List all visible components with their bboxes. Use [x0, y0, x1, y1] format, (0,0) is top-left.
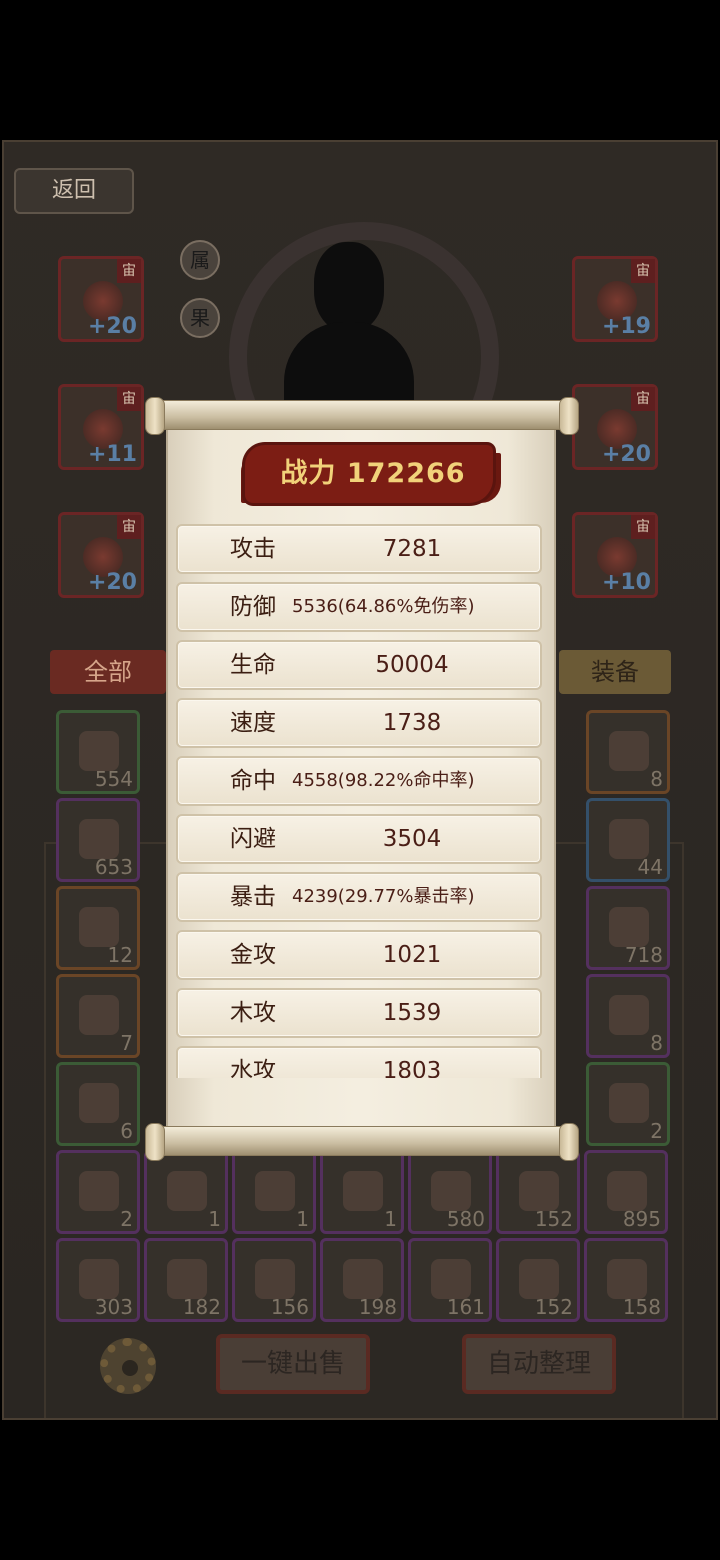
stat-label: 暴击 — [230, 884, 276, 910]
stat-row-crit: 暴击 4239(29.77%暴击率) — [176, 872, 542, 922]
stat-value: 4239(29.77%暴击率) — [292, 886, 475, 907]
stat-value: 7281 — [382, 536, 442, 562]
stat-row-water-attack: 水攻 1803 — [176, 1046, 542, 1078]
stat-label: 命中 — [230, 768, 276, 794]
inventory-item[interactable]: 152 — [496, 1238, 580, 1322]
stat-label: 金攻 — [230, 942, 276, 968]
stat-value: 5536(64.86%免伤率) — [292, 596, 475, 617]
inventory-item[interactable]: 7 — [56, 974, 140, 1058]
stat-label: 速度 — [230, 710, 276, 736]
equip-slot-helmet[interactable]: 宙 +20 — [572, 384, 658, 470]
equip-slot-talisman[interactable]: 宙 +20 — [58, 512, 144, 598]
stat-value: 4558(98.22%命中率) — [292, 770, 475, 791]
back-button[interactable]: 返回 — [14, 168, 134, 214]
inventory-item[interactable]: 1 — [232, 1150, 316, 1234]
inventory-item[interactable]: 6 — [56, 1062, 140, 1146]
stat-label: 防御 — [230, 594, 276, 620]
inventory-item[interactable]: 158 — [584, 1238, 668, 1322]
stat-row-defense: 防御 5536(64.86%免伤率) — [176, 582, 542, 632]
stat-row-wood-attack: 木攻 1539 — [176, 988, 542, 1038]
inventory-item[interactable]: 653 — [56, 798, 140, 882]
inventory-item[interactable]: 1 — [320, 1150, 404, 1234]
inventory-item[interactable]: 152 — [496, 1150, 580, 1234]
stat-row-hit: 命中 4558(98.22%命中率) — [176, 756, 542, 806]
inventory-item[interactable]: 580 — [408, 1150, 492, 1234]
inventory-item[interactable]: 182 — [144, 1238, 228, 1322]
equip-slot-weapon[interactable]: 宙 +20 — [58, 256, 144, 342]
inventory-item[interactable]: 161 — [408, 1238, 492, 1322]
stat-label: 生命 — [230, 652, 276, 678]
scroll-bottom-rod — [145, 1123, 579, 1161]
stat-value: 1539 — [382, 1000, 442, 1026]
inventory-item[interactable]: 1 — [144, 1150, 228, 1234]
tab-all[interactable]: 全部 — [50, 650, 166, 694]
scroll-top-rod — [145, 397, 579, 435]
inventory-item[interactable]: 12 — [56, 886, 140, 970]
inventory-item[interactable]: 2 — [586, 1062, 670, 1146]
settings-gear-icon[interactable] — [100, 1338, 156, 1394]
equip-slot-armor[interactable]: 宙 +19 — [572, 256, 658, 342]
stat-row-hp: 生命 50004 — [176, 640, 542, 690]
stats-list[interactable]: 攻击 7281 防御 5536(64.86%免伤率) 生命 50004 速度 1… — [176, 524, 546, 1078]
inventory-item[interactable]: 2 — [56, 1150, 140, 1234]
stat-row-speed: 速度 1738 — [176, 698, 542, 748]
stat-value: 3504 — [382, 826, 442, 852]
inventory-item[interactable]: 8 — [586, 974, 670, 1058]
fruit-button[interactable]: 果 — [180, 298, 220, 338]
inventory-item[interactable]: 554 — [56, 710, 140, 794]
tab-equipment[interactable]: 装备 — [559, 650, 671, 694]
stat-value: 1738 — [382, 710, 442, 736]
inventory-item[interactable]: 198 — [320, 1238, 404, 1322]
inventory-item[interactable]: 8 — [586, 710, 670, 794]
inventory-item[interactable]: 44 — [586, 798, 670, 882]
stat-label: 木攻 — [230, 1000, 276, 1026]
stat-row-metal-attack: 金攻 1021 — [176, 930, 542, 980]
stat-value: 50004 — [375, 652, 449, 678]
inventory-item[interactable]: 303 — [56, 1238, 140, 1322]
attribute-button[interactable]: 属 — [180, 240, 220, 280]
combat-power: 战力 172266 — [280, 458, 466, 489]
inventory-item[interactable]: 895 — [584, 1150, 668, 1234]
stat-label: 攻击 — [230, 536, 276, 562]
stat-value: 1021 — [382, 942, 442, 968]
stat-label: 闪避 — [230, 826, 276, 852]
stat-value: 1803 — [382, 1058, 442, 1078]
auto-sort-button[interactable]: 自动整理 — [462, 1334, 616, 1394]
stat-row-dodge: 闪避 3504 — [176, 814, 542, 864]
equip-slot-scroll[interactable]: 宙 +11 — [58, 384, 144, 470]
one-key-sell-button[interactable]: 一键出售 — [216, 1334, 370, 1394]
inventory-item[interactable]: 156 — [232, 1238, 316, 1322]
equip-slot-ring[interactable]: 宙 +10 — [572, 512, 658, 598]
inventory-item[interactable]: 718 — [586, 886, 670, 970]
stat-label: 水攻 — [230, 1058, 276, 1078]
stat-row-attack: 攻击 7281 — [176, 524, 542, 574]
